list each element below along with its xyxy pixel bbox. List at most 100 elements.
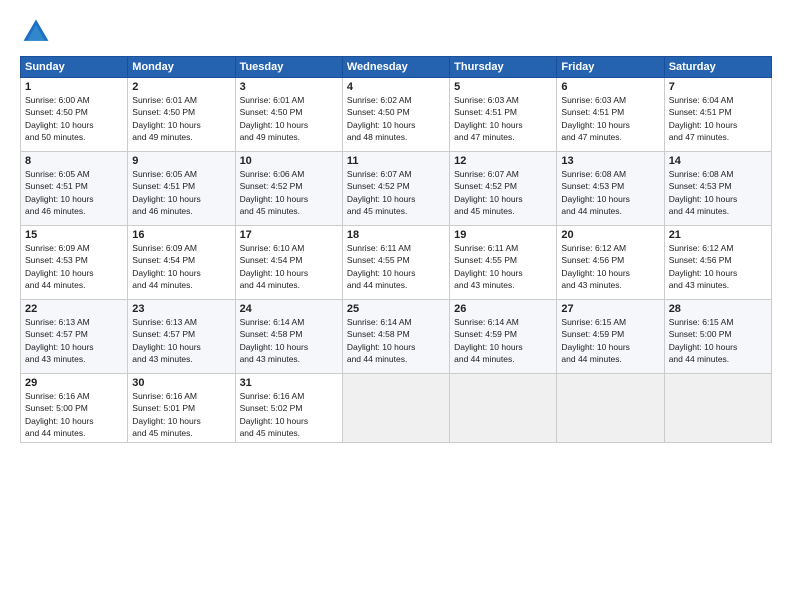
day-info: Sunrise: 6:15 AMSunset: 5:00 PMDaylight:… (669, 316, 767, 365)
calendar-cell: 2Sunrise: 6:01 AMSunset: 4:50 PMDaylight… (128, 78, 235, 152)
weekday-header-tuesday: Tuesday (235, 57, 342, 78)
calendar-cell: 14Sunrise: 6:08 AMSunset: 4:53 PMDayligh… (664, 152, 771, 226)
day-number: 15 (25, 229, 123, 241)
calendar-cell: 10Sunrise: 6:06 AMSunset: 4:52 PMDayligh… (235, 152, 342, 226)
day-info: Sunrise: 6:00 AMSunset: 4:50 PMDaylight:… (25, 94, 123, 143)
calendar-cell: 17Sunrise: 6:10 AMSunset: 4:54 PMDayligh… (235, 226, 342, 300)
weekday-header-thursday: Thursday (450, 57, 557, 78)
day-number: 13 (561, 155, 659, 167)
calendar-cell: 18Sunrise: 6:11 AMSunset: 4:55 PMDayligh… (342, 226, 449, 300)
day-info: Sunrise: 6:03 AMSunset: 4:51 PMDaylight:… (454, 94, 552, 143)
day-info: Sunrise: 6:09 AMSunset: 4:53 PMDaylight:… (25, 242, 123, 291)
calendar-cell: 28Sunrise: 6:15 AMSunset: 5:00 PMDayligh… (664, 300, 771, 374)
day-info: Sunrise: 6:01 AMSunset: 4:50 PMDaylight:… (240, 94, 338, 143)
calendar-cell: 4Sunrise: 6:02 AMSunset: 4:50 PMDaylight… (342, 78, 449, 152)
day-number: 14 (669, 155, 767, 167)
calendar-cell: 19Sunrise: 6:11 AMSunset: 4:55 PMDayligh… (450, 226, 557, 300)
day-number: 2 (132, 81, 230, 93)
calendar-cell (450, 374, 557, 443)
weekday-header-row: SundayMondayTuesdayWednesdayThursdayFrid… (21, 57, 772, 78)
day-info: Sunrise: 6:03 AMSunset: 4:51 PMDaylight:… (561, 94, 659, 143)
calendar-cell: 7Sunrise: 6:04 AMSunset: 4:51 PMDaylight… (664, 78, 771, 152)
weekday-header-monday: Monday (128, 57, 235, 78)
week-row-1: 1Sunrise: 6:00 AMSunset: 4:50 PMDaylight… (21, 78, 772, 152)
weekday-header-friday: Friday (557, 57, 664, 78)
day-info: Sunrise: 6:10 AMSunset: 4:54 PMDaylight:… (240, 242, 338, 291)
day-number: 16 (132, 229, 230, 241)
day-number: 26 (454, 303, 552, 315)
day-info: Sunrise: 6:01 AMSunset: 4:50 PMDaylight:… (132, 94, 230, 143)
day-number: 20 (561, 229, 659, 241)
header (20, 16, 772, 48)
day-number: 10 (240, 155, 338, 167)
calendar-table: SundayMondayTuesdayWednesdayThursdayFrid… (20, 56, 772, 443)
calendar-cell (664, 374, 771, 443)
day-number: 27 (561, 303, 659, 315)
logo-icon (20, 16, 52, 48)
day-number: 3 (240, 81, 338, 93)
calendar-cell: 1Sunrise: 6:00 AMSunset: 4:50 PMDaylight… (21, 78, 128, 152)
day-number: 18 (347, 229, 445, 241)
day-info: Sunrise: 6:16 AMSunset: 5:02 PMDaylight:… (240, 390, 338, 439)
day-number: 31 (240, 377, 338, 389)
calendar-cell: 27Sunrise: 6:15 AMSunset: 4:59 PMDayligh… (557, 300, 664, 374)
day-number: 1 (25, 81, 123, 93)
day-number: 21 (669, 229, 767, 241)
day-info: Sunrise: 6:08 AMSunset: 4:53 PMDaylight:… (561, 168, 659, 217)
day-number: 4 (347, 81, 445, 93)
day-info: Sunrise: 6:05 AMSunset: 4:51 PMDaylight:… (132, 168, 230, 217)
calendar-cell: 30Sunrise: 6:16 AMSunset: 5:01 PMDayligh… (128, 374, 235, 443)
day-number: 28 (669, 303, 767, 315)
calendar-cell: 5Sunrise: 6:03 AMSunset: 4:51 PMDaylight… (450, 78, 557, 152)
calendar-cell: 20Sunrise: 6:12 AMSunset: 4:56 PMDayligh… (557, 226, 664, 300)
day-info: Sunrise: 6:13 AMSunset: 4:57 PMDaylight:… (25, 316, 123, 365)
day-info: Sunrise: 6:06 AMSunset: 4:52 PMDaylight:… (240, 168, 338, 217)
weekday-header-saturday: Saturday (664, 57, 771, 78)
day-info: Sunrise: 6:14 AMSunset: 4:59 PMDaylight:… (454, 316, 552, 365)
day-info: Sunrise: 6:05 AMSunset: 4:51 PMDaylight:… (25, 168, 123, 217)
calendar-cell: 31Sunrise: 6:16 AMSunset: 5:02 PMDayligh… (235, 374, 342, 443)
calendar-cell: 15Sunrise: 6:09 AMSunset: 4:53 PMDayligh… (21, 226, 128, 300)
calendar-cell: 11Sunrise: 6:07 AMSunset: 4:52 PMDayligh… (342, 152, 449, 226)
logo (20, 16, 56, 48)
day-number: 6 (561, 81, 659, 93)
day-number: 23 (132, 303, 230, 315)
calendar-cell: 25Sunrise: 6:14 AMSunset: 4:58 PMDayligh… (342, 300, 449, 374)
calendar-cell: 23Sunrise: 6:13 AMSunset: 4:57 PMDayligh… (128, 300, 235, 374)
day-info: Sunrise: 6:02 AMSunset: 4:50 PMDaylight:… (347, 94, 445, 143)
day-info: Sunrise: 6:11 AMSunset: 4:55 PMDaylight:… (347, 242, 445, 291)
calendar-cell: 21Sunrise: 6:12 AMSunset: 4:56 PMDayligh… (664, 226, 771, 300)
day-number: 29 (25, 377, 123, 389)
day-number: 22 (25, 303, 123, 315)
week-row-3: 15Sunrise: 6:09 AMSunset: 4:53 PMDayligh… (21, 226, 772, 300)
day-number: 30 (132, 377, 230, 389)
weekday-header-wednesday: Wednesday (342, 57, 449, 78)
day-info: Sunrise: 6:13 AMSunset: 4:57 PMDaylight:… (132, 316, 230, 365)
calendar-cell: 29Sunrise: 6:16 AMSunset: 5:00 PMDayligh… (21, 374, 128, 443)
calendar-cell: 13Sunrise: 6:08 AMSunset: 4:53 PMDayligh… (557, 152, 664, 226)
day-info: Sunrise: 6:14 AMSunset: 4:58 PMDaylight:… (347, 316, 445, 365)
day-info: Sunrise: 6:12 AMSunset: 4:56 PMDaylight:… (669, 242, 767, 291)
calendar-cell (557, 374, 664, 443)
calendar-cell (342, 374, 449, 443)
day-number: 7 (669, 81, 767, 93)
day-number: 5 (454, 81, 552, 93)
day-info: Sunrise: 6:15 AMSunset: 4:59 PMDaylight:… (561, 316, 659, 365)
week-row-5: 29Sunrise: 6:16 AMSunset: 5:00 PMDayligh… (21, 374, 772, 443)
day-number: 19 (454, 229, 552, 241)
day-info: Sunrise: 6:16 AMSunset: 5:00 PMDaylight:… (25, 390, 123, 439)
day-info: Sunrise: 6:09 AMSunset: 4:54 PMDaylight:… (132, 242, 230, 291)
week-row-4: 22Sunrise: 6:13 AMSunset: 4:57 PMDayligh… (21, 300, 772, 374)
day-number: 17 (240, 229, 338, 241)
calendar-cell: 9Sunrise: 6:05 AMSunset: 4:51 PMDaylight… (128, 152, 235, 226)
day-number: 9 (132, 155, 230, 167)
day-number: 12 (454, 155, 552, 167)
calendar-cell: 12Sunrise: 6:07 AMSunset: 4:52 PMDayligh… (450, 152, 557, 226)
calendar-cell: 16Sunrise: 6:09 AMSunset: 4:54 PMDayligh… (128, 226, 235, 300)
weekday-header-sunday: Sunday (21, 57, 128, 78)
day-number: 11 (347, 155, 445, 167)
day-number: 25 (347, 303, 445, 315)
day-info: Sunrise: 6:07 AMSunset: 4:52 PMDaylight:… (454, 168, 552, 217)
day-number: 24 (240, 303, 338, 315)
day-info: Sunrise: 6:16 AMSunset: 5:01 PMDaylight:… (132, 390, 230, 439)
